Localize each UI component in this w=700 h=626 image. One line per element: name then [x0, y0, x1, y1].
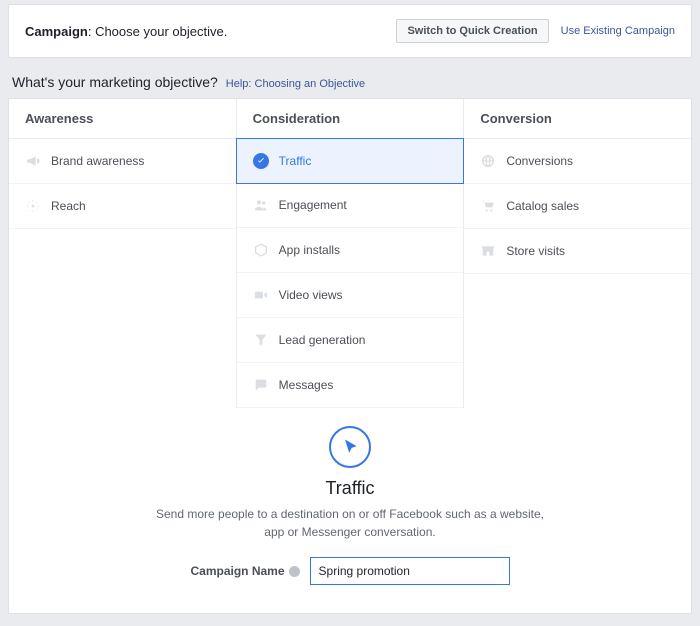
- detail-cursor-icon: [329, 426, 371, 468]
- column-awareness: Awareness Brand awareness Reach: [9, 99, 237, 408]
- objective-label: Engagement: [279, 198, 347, 212]
- objective-label: Brand awareness: [51, 154, 144, 168]
- objective-detail-section: Traffic Send more people to a destinatio…: [9, 408, 691, 613]
- objective-panel: Awareness Brand awareness Reach Consider…: [8, 98, 692, 614]
- objective-engagement[interactable]: Engagement: [237, 183, 464, 228]
- objective-label: Lead generation: [279, 333, 366, 347]
- objective-label: Catalog sales: [506, 199, 579, 213]
- column-conversion-header: Conversion: [464, 99, 691, 139]
- objective-label: Video views: [279, 288, 343, 302]
- video-icon: [253, 287, 269, 303]
- chat-icon: [253, 377, 269, 393]
- column-consideration: Consideration Traffic Engagement: [237, 99, 465, 408]
- column-consideration-header: Consideration: [237, 99, 464, 139]
- info-icon[interactable]: [289, 566, 300, 577]
- megaphone-icon: [25, 153, 41, 169]
- campaign-name-input[interactable]: [310, 557, 510, 585]
- detail-title: Traffic: [59, 478, 641, 499]
- checkmark-icon: [253, 153, 269, 169]
- objective-label: Messages: [279, 378, 334, 392]
- campaign-name-label: Campaign Name: [190, 564, 299, 578]
- campaign-title: Campaign: Choose your objective.: [25, 24, 227, 39]
- store-icon: [480, 243, 496, 259]
- objective-label: Conversions: [506, 154, 573, 168]
- switch-quick-creation-button[interactable]: Switch to Quick Creation: [396, 19, 548, 43]
- cart-icon: [480, 198, 496, 214]
- objective-label: Reach: [51, 199, 86, 213]
- box-icon: [253, 242, 269, 258]
- use-existing-campaign-link[interactable]: Use Existing Campaign: [561, 25, 675, 37]
- detail-description: Send more people to a destination on or …: [150, 505, 550, 541]
- campaign-name-row: Campaign Name: [59, 557, 641, 585]
- objective-lead-generation[interactable]: Lead generation: [237, 318, 464, 363]
- reach-icon: [25, 198, 41, 214]
- objective-conversions[interactable]: Conversions: [464, 139, 691, 184]
- objective-traffic[interactable]: Traffic: [236, 138, 465, 184]
- question-text: What's your marketing objective?: [12, 74, 218, 90]
- column-conversion: Conversion Conversions Catalog sales Sto…: [464, 99, 691, 408]
- question-bar: What's your marketing objective? Help: C…: [12, 74, 688, 90]
- objective-label: App installs: [279, 243, 340, 257]
- objective-reach[interactable]: Reach: [9, 184, 236, 229]
- objective-grid: Awareness Brand awareness Reach Consider…: [9, 99, 691, 408]
- column-awareness-header: Awareness: [9, 99, 236, 139]
- header-actions: Switch to Quick Creation Use Existing Ca…: [396, 19, 675, 43]
- objective-label: Store visits: [506, 244, 565, 258]
- objective-messages[interactable]: Messages: [237, 363, 464, 408]
- campaign-header-bar: Campaign: Choose your objective. Switch …: [8, 4, 692, 58]
- help-link[interactable]: Help: Choosing an Objective: [226, 78, 365, 90]
- globe-icon: [480, 153, 496, 169]
- objective-catalog-sales[interactable]: Catalog sales: [464, 184, 691, 229]
- objective-brand-awareness[interactable]: Brand awareness: [9, 139, 236, 184]
- objective-app-installs[interactable]: App installs: [237, 228, 464, 273]
- funnel-icon: [253, 332, 269, 348]
- people-icon: [253, 197, 269, 213]
- objective-store-visits[interactable]: Store visits: [464, 229, 691, 274]
- objective-video-views[interactable]: Video views: [237, 273, 464, 318]
- objective-label: Traffic: [279, 154, 312, 168]
